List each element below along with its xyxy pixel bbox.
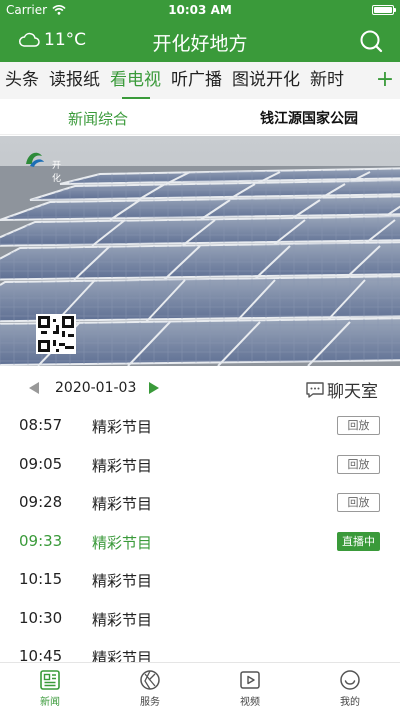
program-name: 精彩节目 (92, 572, 153, 590)
station-logo: 开化 (24, 148, 64, 184)
next-day-arrow-icon[interactable] (148, 381, 160, 395)
add-channel-button[interactable]: + (370, 62, 400, 99)
program-name: 精彩节目 (92, 610, 153, 629)
tab-radio[interactable]: 听广播 (166, 62, 227, 99)
video-play-icon (240, 671, 260, 689)
channel-tab-row: 头条 读报纸 看电视 听广播 图说开化 新时 (0, 62, 349, 99)
tab-new-era[interactable]: 新时 (305, 62, 349, 99)
tab-headlines[interactable]: 头条 (0, 62, 44, 99)
program-row[interactable]: 08:57 精彩节目 回放 (0, 406, 400, 445)
program-name: 精彩节目 (92, 418, 153, 436)
qr-code-pattern (38, 316, 74, 352)
nav-label: 视频 (240, 697, 260, 708)
page-title: 开化好地方 (152, 33, 248, 55)
program-name: 精彩节目 (92, 495, 153, 513)
chat-room-label: 聊天室 (327, 382, 378, 402)
app-header: 11°C 开化好地方 (0, 20, 400, 62)
program-name: 精彩节目 (92, 533, 153, 552)
clock: 10:03 AM (168, 3, 232, 17)
tv-channel-switcher: 新闻综合 钱江源国家公园 (0, 99, 400, 135)
chat-room-button[interactable]: 聊天室 (305, 377, 378, 402)
program-row: 10:15 精彩节目 (0, 560, 400, 599)
tab-newspaper[interactable]: 读报纸 (44, 62, 105, 99)
program-schedule: 08:57 精彩节目 回放 09:05 精彩节目 回放 09:28 精彩节目 回… (0, 406, 400, 662)
previous-day-arrow-icon[interactable] (28, 381, 40, 395)
program-time: 09:28 (19, 493, 63, 511)
news-icon (40, 670, 60, 690)
replay-button[interactable]: 回放 (337, 454, 380, 474)
program-time: 10:30 (19, 608, 63, 627)
channel-news-general[interactable]: 新闻综合 (68, 108, 128, 129)
qr-code (36, 314, 76, 354)
tab-picture-kaihua[interactable]: 图说开化 (227, 62, 305, 99)
nav-news[interactable]: 新闻 (0, 663, 100, 710)
program-name: 精彩节目 (92, 456, 153, 475)
program-row[interactable]: 09:28 精彩节目 回放 (0, 483, 400, 522)
nav-video[interactable]: 视频 (200, 663, 300, 710)
date-selector: 2020-01-03 聊天室 (0, 372, 400, 406)
service-icon (140, 670, 160, 690)
program-time: 10:15 (19, 570, 63, 588)
channel-tab-bar: 头条 读报纸 看电视 听广播 图说开化 新时 + (0, 62, 400, 99)
nav-profile[interactable]: 我的 (300, 663, 400, 710)
program-time: 08:57 (19, 416, 63, 434)
nav-service[interactable]: 服务 (100, 663, 200, 710)
program-row: 10:30 精彩节目 (0, 599, 400, 638)
chat-bubble-icon (306, 381, 324, 398)
tab-watch-tv[interactable]: 看电视 (105, 62, 166, 99)
station-logo-text: 开化 (52, 161, 62, 184)
live-now-badge[interactable]: 直播中 (337, 531, 380, 551)
replay-button[interactable]: 回放 (337, 493, 380, 512)
search-icon[interactable] (359, 29, 383, 53)
nav-label: 新闻 (40, 697, 60, 708)
profile-icon (340, 670, 360, 690)
program-row[interactable]: 09:05 精彩节目 回放 (0, 445, 400, 484)
video-player[interactable]: 开化 (0, 136, 400, 366)
selected-date: 2020-01-03 (55, 380, 137, 396)
status-bar: Carrier 10:03 AM (0, 0, 400, 20)
channel-qianjiangyuan-park[interactable]: 钱江源国家公园 (260, 108, 358, 128)
nav-label: 服务 (140, 697, 160, 708)
nav-label: 我的 (340, 697, 360, 708)
program-time: 10:45 (19, 647, 63, 662)
bottom-tab-bar: 新闻 服务 视频 我的 (0, 662, 400, 710)
program-time: 09:05 (19, 454, 63, 473)
program-row-live[interactable]: 09:33 精彩节目 直播中 (0, 522, 400, 561)
program-name: 精彩节目 (92, 649, 153, 662)
replay-button[interactable]: 回放 (337, 416, 380, 435)
program-time: 09:33 (19, 531, 63, 550)
program-row: 10:45 精彩节目 (0, 637, 400, 662)
battery-icon (372, 5, 396, 15)
